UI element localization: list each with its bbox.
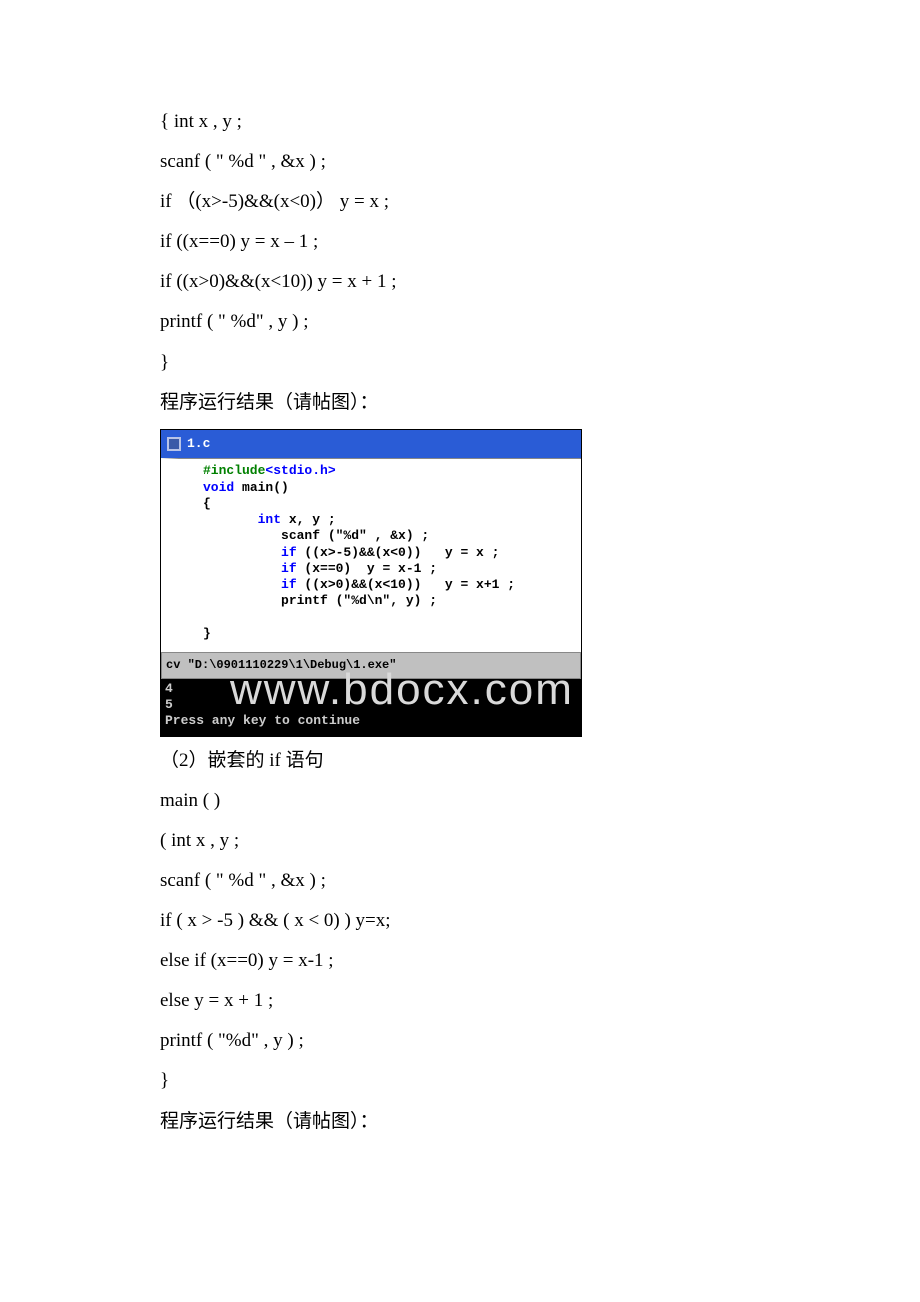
section-title: （2）嵌套的 if 语句	[160, 743, 760, 779]
console-path: cv "D:\0901110229\1\Debug\1.exe"	[161, 652, 581, 679]
code-line: scanf ( " %d " , &x ) ;	[160, 144, 760, 180]
code-line: }	[160, 345, 760, 381]
file-icon	[167, 437, 181, 451]
ide-titlebar: 1.c	[161, 430, 581, 459]
code-line: }	[160, 1063, 760, 1099]
ide-code-area: #include<stdio.h> void main() { int x, y…	[161, 458, 581, 652]
result-caption: 程序运行结果（请帖图）：	[160, 385, 760, 421]
code-line: printf ( " %d" , y ) ;	[160, 304, 760, 340]
code-line: if （(x>-5)&&(x<0)） y = x ;	[160, 184, 760, 220]
result-caption: 程序运行结果（请帖图）：	[160, 1104, 760, 1140]
ide-title: 1.c	[187, 432, 210, 457]
code-line: scanf ( " %d " , &x ) ;	[160, 863, 760, 899]
code-line: ( int x , y ;	[160, 823, 760, 859]
console-output: 4 5 Press any key to continue	[161, 679, 581, 736]
console-window: cv "D:\0901110229\1\Debug\1.exe" 4 5 Pre…	[161, 652, 581, 736]
code-line: { int x , y ;	[160, 104, 760, 140]
code-line: printf ( "%d" , y ) ;	[160, 1023, 760, 1059]
code-line: main ( )	[160, 783, 760, 819]
code-line: if ((x>0)&&(x<10)) y = x + 1 ;	[160, 264, 760, 300]
code-line: if ((x==0) y = x – 1 ;	[160, 224, 760, 260]
code-line: else if (x==0) y = x-1 ;	[160, 943, 760, 979]
code-line: if ( x > -5 ) && ( x < 0) ) y=x;	[160, 903, 760, 939]
code-line: else y = x + 1 ;	[160, 983, 760, 1019]
ide-screenshot: 1.c #include<stdio.h> void main() { int …	[160, 429, 582, 737]
document-page: www.bdocx.com { int x , y ; scanf ( " %d…	[0, 0, 920, 1204]
